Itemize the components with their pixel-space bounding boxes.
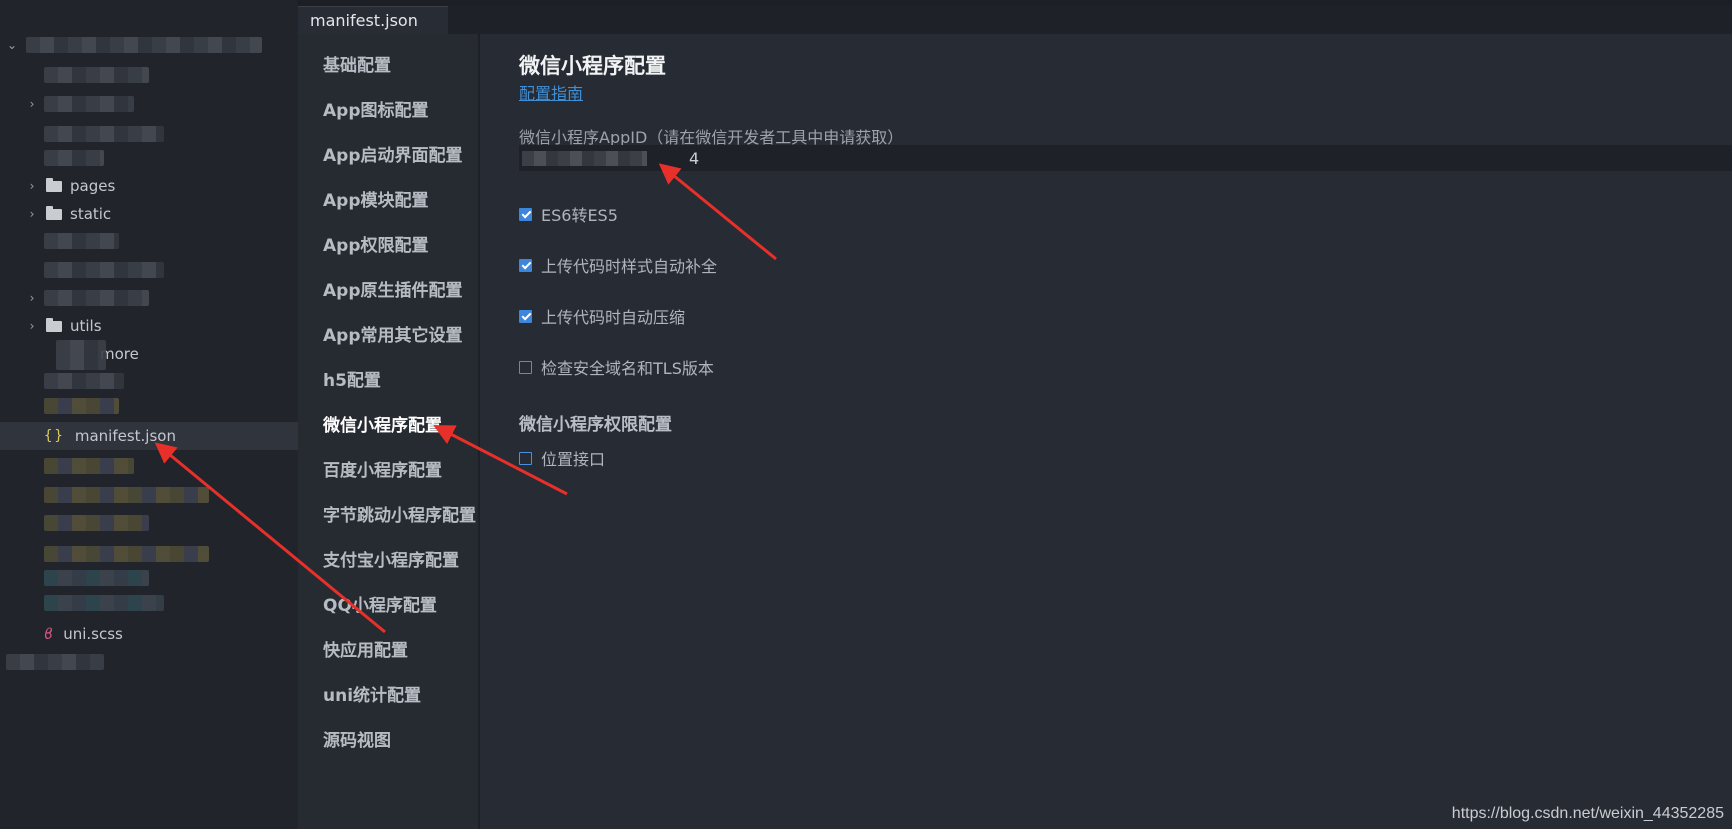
tree-folder-utils[interactable]: › utils	[0, 312, 298, 340]
redacted-item	[44, 290, 149, 306]
redacted-item	[44, 570, 149, 586]
tree-file-manifest[interactable]: {} manifest.json	[0, 422, 298, 450]
tree-item-label: uni.scss	[63, 625, 123, 643]
option-label: 上传代码时自动压缩	[541, 308, 686, 327]
redacted-item	[44, 150, 104, 166]
settings-content: 微信小程序配置 配置指南 微信小程序AppID（请在微信开发者工具中申请获取） …	[480, 34, 1732, 829]
nav-item-toutiao-mp[interactable]: 字节跳动小程序配置	[323, 501, 478, 526]
redacted-appid	[522, 151, 647, 166]
nav-item-app-icon[interactable]: App图标配置	[323, 96, 478, 121]
file-explorer: ⌄ › › pages › static › › utils more {} m…	[0, 0, 299, 829]
option-es6-to-es5[interactable]: ES6转ES5	[519, 202, 618, 226]
redacted-item	[44, 233, 119, 249]
option-label: 检查安全域名和TLS版本	[541, 359, 714, 378]
chevron-right-icon[interactable]: ›	[26, 292, 38, 304]
checkbox[interactable]	[519, 309, 532, 323]
chevron-right-icon[interactable]: ›	[26, 98, 38, 110]
nav-item-weixin-mp[interactable]: 微信小程序配置	[323, 411, 478, 436]
option-label: 上传代码时样式自动补全	[541, 257, 718, 276]
nav-item-app-splash[interactable]: App启动界面配置	[323, 141, 478, 166]
redacted-item	[44, 546, 209, 562]
tree-item-label: pages	[70, 177, 116, 195]
redacted-item	[44, 398, 119, 414]
chevron-right-icon[interactable]: ›	[26, 208, 38, 220]
option-label: ES6转ES5	[541, 206, 618, 225]
manifest-settings-nav: 基础配置 App图标配置 App启动界面配置 App模块配置 App权限配置 A…	[298, 34, 480, 829]
tree-item-label: utils	[70, 317, 102, 335]
redacted-item	[44, 515, 149, 531]
option-label: 位置接口	[541, 450, 606, 469]
redacted-item	[44, 67, 149, 83]
checkbox[interactable]	[519, 258, 532, 272]
redacted-item	[6, 654, 104, 670]
nav-item-basic[interactable]: 基础配置	[323, 51, 478, 76]
option-minify[interactable]: 上传代码时自动压缩	[519, 304, 685, 328]
checkbox[interactable]	[519, 451, 532, 465]
config-guide-link[interactable]: 配置指南	[519, 80, 583, 104]
chevron-right-icon[interactable]: ›	[26, 320, 38, 332]
tree-file-more[interactable]: more	[0, 340, 298, 368]
appid-input[interactable]	[519, 145, 1732, 171]
nav-item-app-other[interactable]: App常用其它设置	[323, 321, 478, 346]
option-location-permission[interactable]: 位置接口	[519, 446, 605, 470]
tree-item-label: manifest.json	[74, 427, 176, 445]
sass-file-icon: ϐ	[44, 625, 54, 643]
redacted-item	[44, 458, 134, 474]
folder-icon	[46, 317, 62, 332]
checkbox[interactable]	[519, 360, 532, 374]
redacted-item	[44, 595, 164, 611]
redacted-item	[44, 373, 124, 389]
option-postcss[interactable]: 上传代码时样式自动补全	[519, 253, 717, 277]
nav-item-qq-mp[interactable]: QQ小程序配置	[323, 591, 478, 616]
tree-file-uni-scss[interactable]: ϐ uni.scss	[0, 620, 298, 648]
tree-item-label: static	[70, 205, 112, 223]
nav-item-baidu-mp[interactable]: 百度小程序配置	[323, 456, 478, 481]
checkbox[interactable]	[519, 207, 532, 221]
option-url-check[interactable]: 检查安全域名和TLS版本	[519, 355, 714, 379]
redacted-item	[44, 126, 164, 142]
json-file-icon: {}	[44, 428, 65, 444]
nav-item-alipay-mp[interactable]: 支付宝小程序配置	[323, 546, 478, 571]
redacted-item	[44, 96, 134, 112]
tree-folder-static[interactable]: › static	[0, 200, 298, 228]
nav-item-source-view[interactable]: 源码视图	[323, 726, 478, 751]
redacted-item	[44, 262, 164, 278]
tab-manifest-json[interactable]: manifest.json	[298, 6, 448, 34]
appid-visible-suffix: 4	[689, 149, 700, 168]
chevron-right-icon[interactable]: ›	[26, 180, 38, 192]
nav-item-h5[interactable]: h5配置	[323, 366, 478, 391]
page-title: 微信小程序配置	[519, 54, 666, 78]
editor-tab-bar: manifest.json	[298, 6, 1732, 34]
nav-item-uni-stat[interactable]: uni统计配置	[323, 681, 478, 706]
redacted-project-name	[26, 37, 262, 53]
nav-item-app-modules[interactable]: App模块配置	[323, 186, 478, 211]
redacted-item	[56, 340, 106, 370]
redacted-item	[44, 487, 209, 503]
nav-item-quickapp[interactable]: 快应用配置	[323, 636, 478, 661]
nav-item-app-permissions[interactable]: App权限配置	[323, 231, 478, 256]
chevron-down-icon[interactable]: ⌄	[6, 39, 18, 51]
tab-label: manifest.json	[310, 11, 418, 30]
nav-item-app-native-plugins[interactable]: App原生插件配置	[323, 276, 478, 301]
folder-icon	[46, 205, 62, 220]
folder-icon	[46, 177, 62, 192]
permissions-section-title: 微信小程序权限配置	[519, 415, 672, 435]
watermark: https://blog.csdn.net/weixin_44352285	[1451, 805, 1724, 822]
tree-folder-pages[interactable]: › pages	[0, 172, 298, 200]
